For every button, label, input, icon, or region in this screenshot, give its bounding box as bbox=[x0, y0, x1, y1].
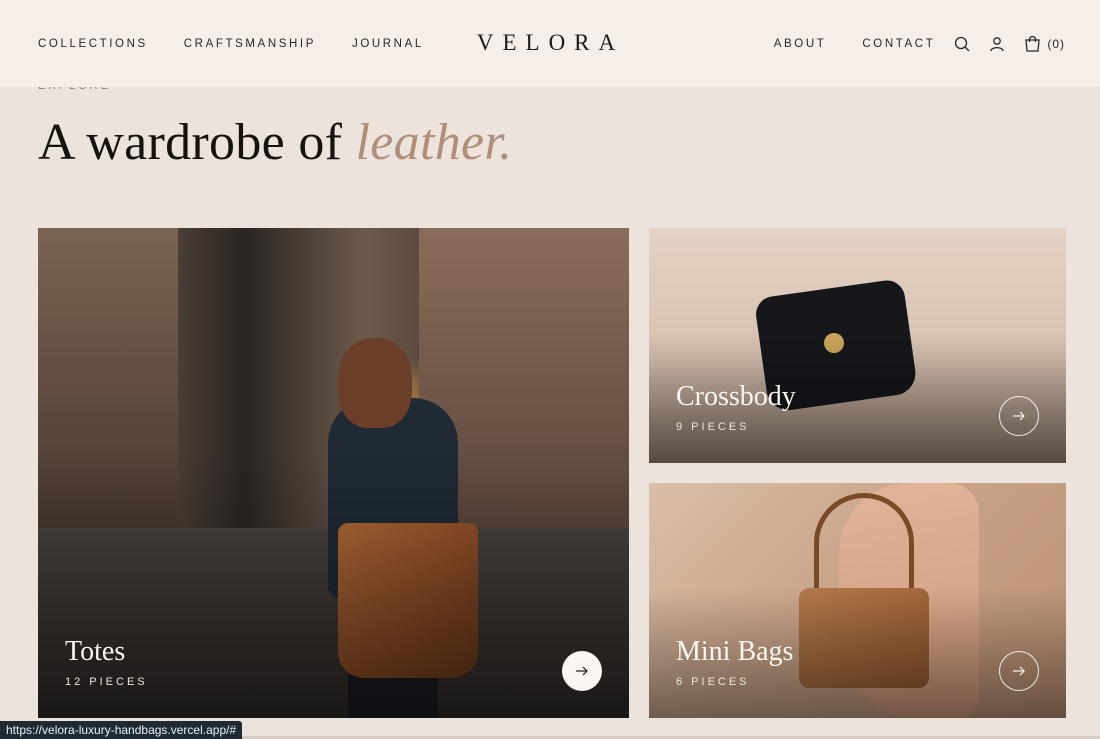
nav-link-craftsmanship[interactable]: CRAFTSMANSHIP bbox=[184, 38, 316, 50]
card-title: Totes bbox=[65, 636, 126, 667]
cart-icon bbox=[1025, 35, 1041, 52]
heading-text: A wardrobe of bbox=[38, 114, 356, 171]
card-count: 9 PIECES bbox=[676, 421, 750, 433]
cart-count: (0) bbox=[1047, 36, 1065, 51]
heading-accent: leather. bbox=[355, 114, 513, 171]
card-title: Mini Bags bbox=[676, 636, 794, 667]
collection-card-crossbody[interactable]: Crossbody 9 PIECES bbox=[649, 228, 1066, 463]
arrow-right-icon bbox=[1013, 666, 1025, 676]
account-button[interactable] bbox=[989, 36, 1005, 52]
card-count: 6 PIECES bbox=[676, 676, 750, 688]
arrow-right-icon bbox=[576, 666, 588, 676]
collection-card-totes[interactable]: Totes 12 PIECES bbox=[38, 228, 629, 718]
crossbody-arrow-button[interactable] bbox=[999, 396, 1039, 436]
primary-nav: COLLECTIONS CRAFTSMANSHIP JOURNAL bbox=[38, 38, 460, 50]
collection-card-mini-bags[interactable]: Mini Bags 6 PIECES bbox=[649, 483, 1066, 718]
brand-logo[interactable]: VELORA bbox=[468, 30, 624, 56]
nav-link-collections[interactable]: COLLECTIONS bbox=[38, 38, 148, 50]
account-icon bbox=[990, 36, 1004, 51]
nav-link-about[interactable]: ABOUT bbox=[774, 38, 827, 50]
section-heading: A wardrobe of leather. bbox=[38, 113, 512, 172]
card-title: Crossbody bbox=[676, 381, 796, 412]
model-hair bbox=[338, 338, 412, 428]
cart-button[interactable]: (0) bbox=[1024, 35, 1065, 52]
mini-bag-strap bbox=[814, 493, 914, 603]
card-count: 12 PIECES bbox=[65, 676, 148, 688]
nav-link-journal[interactable]: JOURNAL bbox=[352, 38, 424, 50]
secondary-nav: ABOUT CONTACT (0) bbox=[738, 35, 1065, 52]
site-header: COLLECTIONS CRAFTSMANSHIP JOURNAL VELORA… bbox=[0, 0, 1100, 87]
nav-link-contact[interactable]: CONTACT bbox=[862, 38, 935, 50]
browser-status-url: https://velora-luxury-handbags.vercel.ap… bbox=[0, 721, 243, 739]
search-button[interactable] bbox=[954, 36, 970, 52]
arrow-right-icon bbox=[1013, 411, 1025, 421]
mini-bags-arrow-button[interactable] bbox=[999, 651, 1039, 691]
search-icon bbox=[955, 36, 970, 51]
totes-arrow-button[interactable] bbox=[562, 651, 602, 691]
